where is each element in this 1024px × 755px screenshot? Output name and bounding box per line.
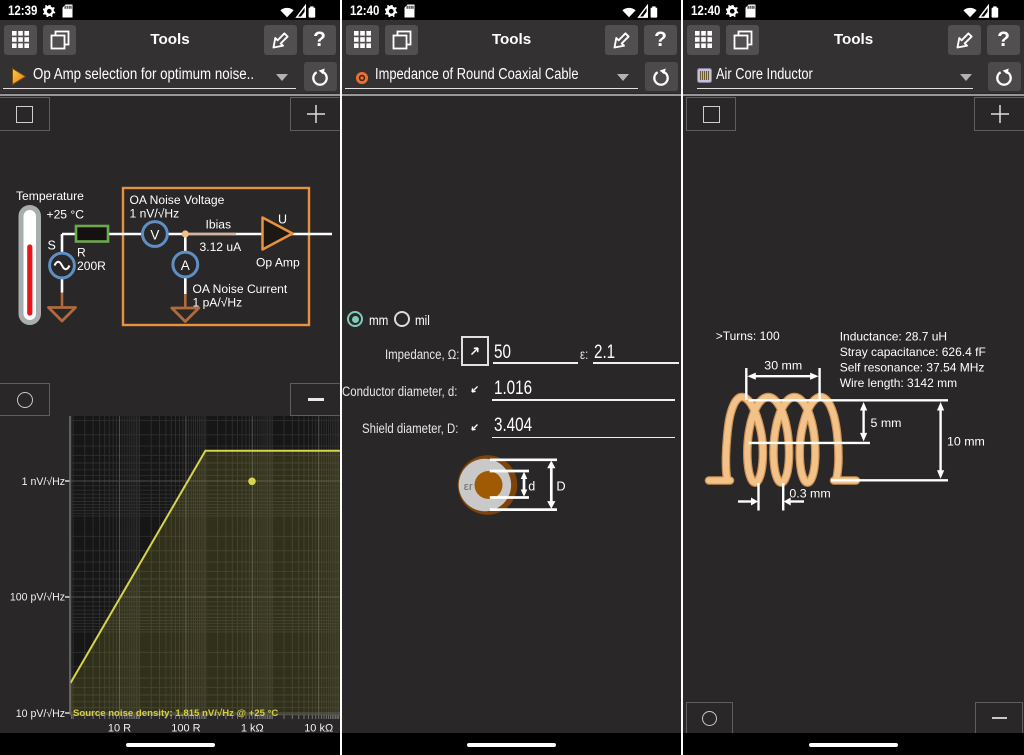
svg-text:Inductance: 28.7 uH: Inductance: 28.7 uH — [840, 330, 947, 344]
svg-text:+25 °C: +25 °C — [47, 208, 85, 222]
svg-text:d: d — [528, 479, 535, 493]
svg-text:1 nV/√Hz: 1 nV/√Hz — [130, 207, 180, 221]
svg-text:0.3 mm: 0.3 mm — [789, 487, 830, 501]
svg-text:>Turns: 100: >Turns: 100 — [716, 329, 780, 343]
svg-text:Stray capacitance: 626.4 fF: Stray capacitance: 626.4 fF — [840, 345, 986, 359]
svg-text:V: V — [150, 228, 159, 243]
svg-text:Temperature: Temperature — [16, 189, 84, 203]
svg-text:Op Amp: Op Amp — [256, 256, 300, 270]
svg-text:Self resonance: 37.54 MHz: Self resonance: 37.54 MHz — [840, 361, 985, 375]
svg-text:10 R: 10 R — [108, 723, 131, 734]
svg-text:OA Noise Current: OA Noise Current — [193, 282, 288, 296]
svg-text:Ibias: Ibias — [206, 218, 232, 232]
svg-text:εr: εr — [464, 481, 473, 493]
svg-text:Source noise density: 1.815 nV: Source noise density: 1.815 nV/√Hz @ +25… — [73, 708, 278, 719]
svg-text:10 kΩ: 10 kΩ — [304, 723, 333, 734]
svg-text:10 pV/√Hz: 10 pV/√Hz — [16, 708, 66, 720]
svg-text:5 mm: 5 mm — [871, 416, 902, 430]
svg-text:OA Noise Voltage: OA Noise Voltage — [130, 193, 225, 207]
svg-text:30 mm: 30 mm — [764, 359, 802, 373]
svg-text:S: S — [48, 239, 56, 253]
svg-text:100 pV/√Hz: 100 pV/√Hz — [10, 592, 66, 604]
svg-text:1 nV/√Hz: 1 nV/√Hz — [22, 476, 66, 488]
svg-text:D: D — [556, 479, 565, 494]
svg-text:1 kΩ: 1 kΩ — [241, 723, 264, 734]
svg-text:10 mm: 10 mm — [947, 435, 985, 449]
svg-text:200R: 200R — [77, 259, 106, 273]
svg-text:100 R: 100 R — [171, 723, 200, 734]
svg-text:Wire length: 3142 mm: Wire length: 3142 mm — [840, 376, 957, 390]
svg-text:R: R — [77, 246, 86, 260]
svg-text:U: U — [278, 213, 287, 227]
svg-text:3.12 uA: 3.12 uA — [200, 240, 243, 254]
svg-text:A: A — [181, 258, 190, 273]
